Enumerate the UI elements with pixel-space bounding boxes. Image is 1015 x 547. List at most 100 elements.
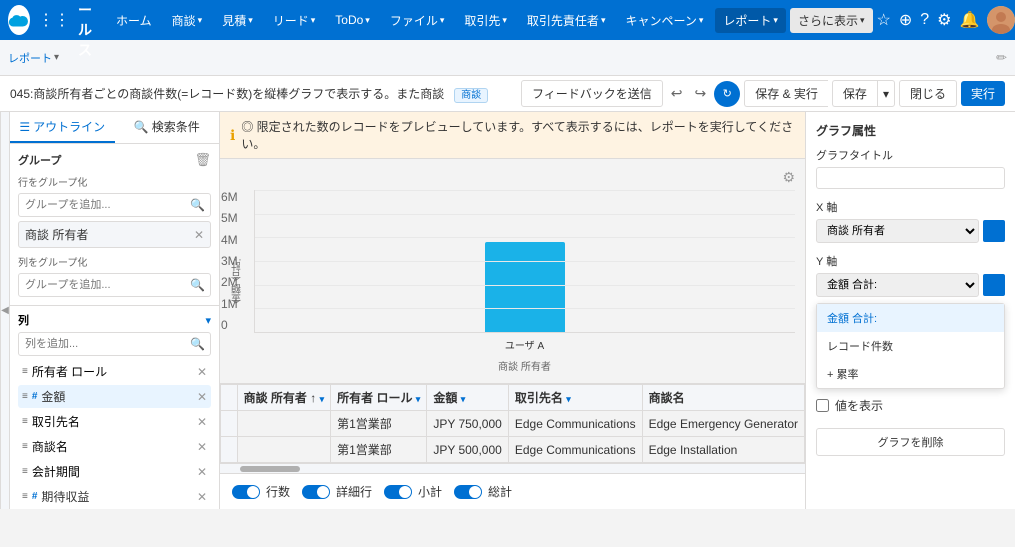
save-run-button[interactable]: 保存 & 実行	[744, 80, 828, 107]
save-button[interactable]: 保存	[832, 80, 877, 107]
nav-reports[interactable]: レポート▾	[715, 8, 786, 33]
col-add-search-icon[interactable]: 🔍	[185, 333, 210, 355]
groups-trash-icon[interactable]: 🗑	[194, 152, 211, 168]
row-amount-2: JPY 500,000	[427, 437, 509, 463]
chart-settings-icon[interactable]: ⚙	[782, 169, 795, 186]
dropdown-item-amount[interactable]: 金額 合計:	[817, 304, 1004, 332]
graph-title-input[interactable]	[816, 167, 1005, 189]
role-filter-icon[interactable]: ▾	[416, 394, 421, 404]
y-axis-color-swatch[interactable]	[983, 274, 1005, 296]
col-item-account[interactable]: ≡ 取引先名 ✕	[18, 410, 211, 433]
col-header-role[interactable]: 所有者 ロール ▾	[331, 385, 427, 411]
breadcrumb-reports-link[interactable]: レポート	[8, 50, 52, 66]
x-axis-select[interactable]: 商談 所有者	[816, 219, 979, 243]
run-button[interactable]: 実行	[961, 81, 1005, 106]
redo-button[interactable]: ↪	[691, 83, 711, 104]
close-button[interactable]: 閉じる	[899, 80, 957, 107]
show-values-checkbox[interactable]	[816, 399, 829, 412]
pencil-icon[interactable]: ✏	[996, 50, 1007, 66]
row-group-item: 商談 所有者 ✕	[18, 221, 211, 248]
bar-group	[275, 242, 775, 332]
total-toggle-group: 総計	[454, 483, 512, 500]
nav-quotes[interactable]: 見積▾	[214, 8, 261, 33]
nav-contacts[interactable]: 取引先責任者▾	[519, 8, 614, 33]
col-add-input[interactable]	[19, 334, 185, 354]
x-axis-label: X 軸	[816, 199, 1005, 215]
total-toggle[interactable]	[454, 485, 482, 499]
main-content: ◀ ☰ アウトライン 🔍 検索条件 グループ 🗑 行をグループ化	[0, 112, 1015, 509]
bell-icon[interactable]: 🔔	[960, 10, 980, 30]
row-role-1: 第1営業部	[331, 411, 427, 437]
nav-home[interactable]: ホーム	[108, 8, 160, 33]
col-item-deal-remove[interactable]: ✕	[197, 440, 207, 454]
dropdown-item-record-count[interactable]: レコード件数	[817, 332, 1004, 360]
row-count-toggle[interactable]	[232, 485, 260, 499]
data-table-area: 商談 所有者 ↑ ▾ 所有者 ロール ▾ 金額 ▾ 取引先名	[220, 383, 805, 473]
col-header-owner[interactable]: 商談 所有者 ↑ ▾	[237, 385, 331, 411]
dropdown-item-cumulative[interactable]: + 累率	[817, 360, 1004, 388]
settings-icon[interactable]: ⚙	[937, 10, 951, 30]
groups-label: グループ	[18, 152, 61, 168]
account-filter-icon[interactable]: ▾	[566, 394, 571, 404]
delete-chart-button[interactable]: グラフを削除	[816, 428, 1005, 456]
col-item-period-remove[interactable]: ✕	[197, 465, 207, 479]
feedback-button[interactable]: フィードバックを送信	[521, 80, 663, 107]
bar-user-a[interactable]	[485, 242, 565, 332]
app-name: セールス	[78, 0, 92, 60]
grid-icon[interactable]: ⋮⋮	[38, 10, 70, 30]
row-role-2: 第1営業部	[331, 437, 427, 463]
columns-label: 列	[18, 312, 29, 328]
row-group-item-remove[interactable]: ✕	[194, 228, 204, 242]
tab-filter[interactable]: 🔍 検索条件	[115, 112, 220, 143]
y-axis-dropdown: 金額 合計: レコード件数 + 累率	[816, 303, 1005, 389]
col-group-add-input[interactable]	[19, 275, 185, 295]
top-navigation: ⋮⋮ セールス ホーム 商談▾ 見積▾ リード▾ ToDo▾ ファイル▾ 取引先…	[0, 0, 1015, 40]
nav-deals[interactable]: 商談▾	[164, 8, 211, 33]
tab-outline[interactable]: ☰ アウトライン	[10, 112, 115, 143]
col-header-account[interactable]: 取引先名 ▾	[508, 385, 642, 411]
scrollbar-thumb[interactable]	[240, 466, 300, 472]
undo-button[interactable]: ↩	[667, 83, 687, 104]
top-right-actions: ☆ ⊕ ? ⚙ 🔔	[877, 6, 1015, 34]
col-group-search-icon[interactable]: 🔍	[185, 274, 210, 296]
col-item-expected-remove[interactable]: ✕	[197, 490, 207, 504]
y-axis-select[interactable]: 金額 合計:	[816, 273, 979, 297]
row-group-add-input[interactable]	[19, 195, 185, 215]
avatar[interactable]	[987, 6, 1015, 34]
show-values-row: 値を表示	[816, 397, 1005, 414]
horizontal-scrollbar[interactable]	[220, 463, 805, 473]
add-icon[interactable]: ⊕	[899, 10, 912, 30]
col-item-remove[interactable]: ✕	[197, 365, 207, 379]
nav-more[interactable]: さらに表示▾	[790, 8, 873, 33]
col-item-owner-role[interactable]: ≡ 所有者 ロール ✕	[18, 360, 211, 383]
col-item-deal-name[interactable]: ≡ 商談名 ✕	[18, 435, 211, 458]
owner-filter-icon[interactable]: ▾	[320, 394, 325, 404]
data-table: 商談 所有者 ↑ ▾ 所有者 ロール ▾ 金額 ▾ 取引先名	[220, 384, 805, 463]
help-icon[interactable]: ?	[920, 11, 929, 29]
sync-icon[interactable]: ↻	[714, 81, 740, 107]
save-dropdown-button[interactable]: ▾	[877, 80, 895, 107]
col-item-amount-remove[interactable]: ✕	[197, 390, 207, 404]
detail-toggle[interactable]	[302, 485, 330, 499]
col-header-amount[interactable]: 金額 ▾	[427, 385, 509, 411]
nav-leads[interactable]: リード▾	[265, 8, 324, 33]
col-item-amount[interactable]: ≡ # 金額 ✕	[18, 385, 211, 408]
col-item-expected[interactable]: ≡ # 期待収益 ✕	[18, 485, 211, 508]
nav-accounts[interactable]: 取引先▾	[456, 8, 515, 33]
row-group-search-icon[interactable]: 🔍	[185, 194, 210, 216]
star-icon[interactable]: ☆	[877, 10, 891, 30]
row-index	[221, 411, 238, 437]
x-axis-color-swatch[interactable]	[983, 220, 1005, 242]
col-item-period[interactable]: ≡ 会計期間 ✕	[18, 460, 211, 483]
col-header-deal-name[interactable]: 商談名	[642, 385, 804, 411]
show-values-label: 値を表示	[835, 397, 883, 414]
row-account-2: Edge Communications	[508, 437, 642, 463]
amount-filter-icon[interactable]: ▾	[461, 394, 466, 404]
subtotal-toggle[interactable]	[384, 485, 412, 499]
nav-campaigns[interactable]: キャンペーン▾	[617, 8, 711, 33]
sidebar-toggle-handle[interactable]: ◀	[0, 112, 10, 509]
nav-files[interactable]: ファイル▾	[382, 8, 453, 33]
col-item-account-remove[interactable]: ✕	[197, 415, 207, 429]
total-label: 総計	[488, 483, 512, 500]
nav-todo[interactable]: ToDo▾	[327, 9, 378, 31]
